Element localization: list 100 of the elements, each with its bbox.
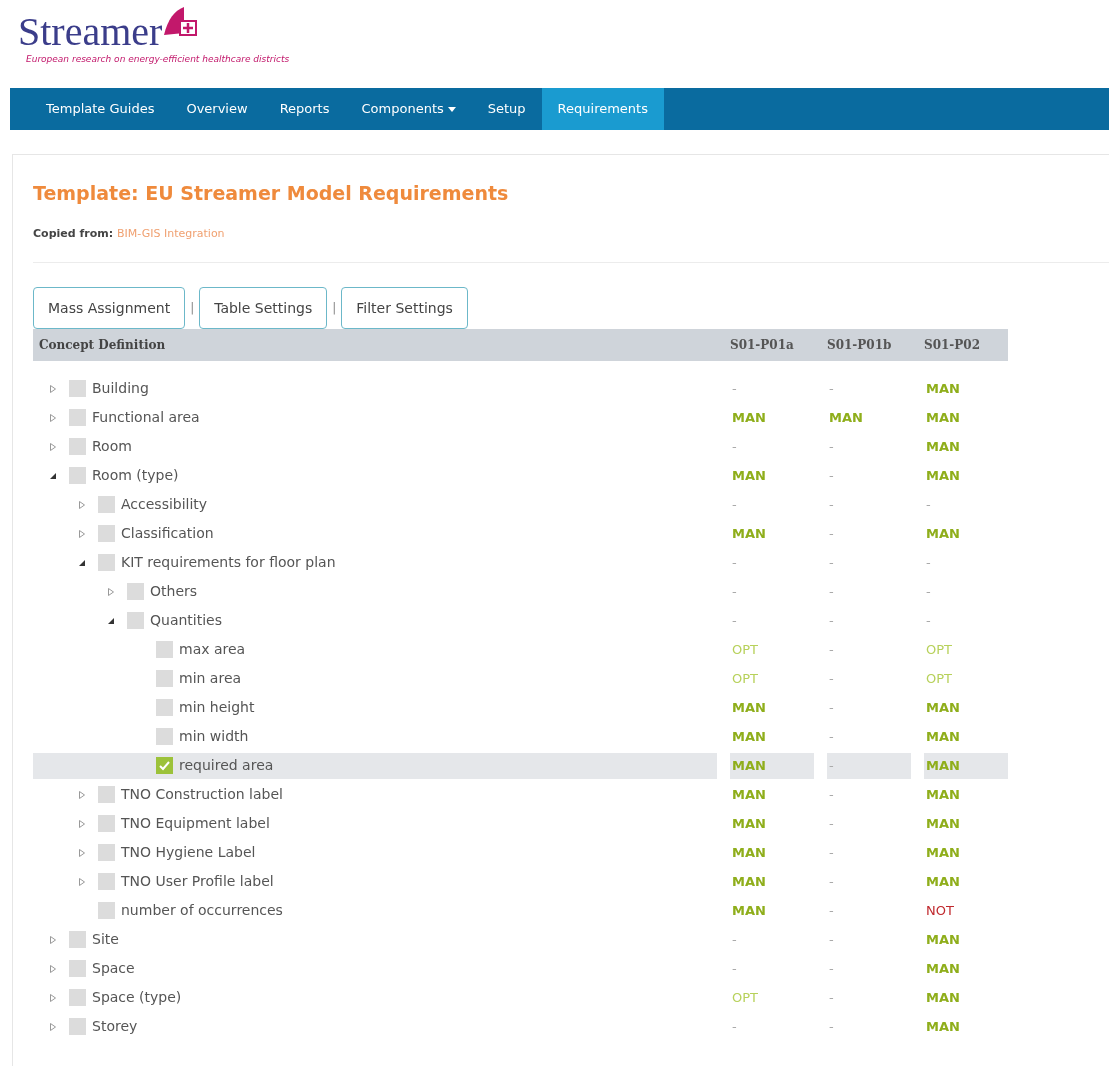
concept-label: Space (92, 959, 135, 978)
nav-tab[interactable]: Setup (471, 88, 542, 130)
tree-row[interactable]: Room (type) (33, 462, 717, 489)
tree-row[interactable]: TNO User Profile label (33, 868, 717, 895)
requirement-value: MAN (730, 752, 814, 779)
tree-row[interactable]: min area (33, 665, 717, 692)
concept-label: min width (179, 727, 249, 746)
requirement-value: MAN (925, 988, 961, 1007)
concept-label: KIT requirements for floor plan (121, 553, 336, 572)
checkbox[interactable] (69, 409, 86, 426)
requirement-value: - (827, 752, 911, 779)
expand-triangle-icon[interactable] (49, 413, 57, 422)
requirement-value: - (925, 582, 932, 601)
expand-triangle-icon[interactable] (49, 935, 57, 944)
expand-triangle-icon[interactable] (49, 993, 57, 1002)
tree-row[interactable]: Quantities (33, 607, 717, 634)
concept-label: min height (179, 698, 255, 717)
concept-label: Space (type) (92, 988, 182, 1007)
requirement-value: - (828, 698, 835, 717)
nav-tab[interactable]: Template Guides (30, 88, 171, 130)
tree-row[interactable]: required area (33, 752, 717, 779)
concept-label: number of occurrences (121, 901, 283, 920)
requirement-value: - (828, 379, 835, 398)
checkbox[interactable] (156, 757, 173, 774)
tree-row[interactable]: Storey (33, 1013, 717, 1040)
checkbox[interactable] (69, 380, 86, 397)
requirement-value: - (828, 553, 835, 572)
expand-triangle-icon[interactable] (49, 442, 57, 451)
checkbox[interactable] (98, 496, 115, 513)
logo-tagline: European research on energy-efficient healthcare districts (26, 53, 290, 66)
checkbox[interactable] (69, 438, 86, 455)
concept-label: Room (92, 437, 132, 456)
expand-triangle-icon[interactable] (78, 529, 86, 538)
checkbox[interactable] (98, 554, 115, 571)
checkbox[interactable] (156, 728, 173, 745)
collapse-triangle-icon[interactable] (107, 616, 115, 625)
tree-row[interactable]: Others (33, 578, 717, 605)
nav-tab[interactable]: Components (345, 88, 472, 130)
tree-row[interactable]: Accessibility (33, 491, 717, 518)
expand-triangle-icon[interactable] (49, 384, 57, 393)
checkbox[interactable] (156, 699, 173, 716)
tree-row[interactable]: TNO Equipment label (33, 810, 717, 837)
expand-triangle-icon[interactable] (78, 877, 86, 886)
column-header: S01-P01a (730, 337, 795, 354)
collapse-triangle-icon[interactable] (78, 558, 86, 567)
requirement-value: - (828, 988, 835, 1007)
tree-row[interactable]: TNO Construction label (33, 781, 717, 808)
tree-row[interactable]: KIT requirements for floor plan (33, 549, 717, 576)
toolbar-button[interactable]: Table Settings (199, 287, 328, 329)
tree-row[interactable]: Classification (33, 520, 717, 547)
checkbox[interactable] (98, 873, 115, 890)
collapse-triangle-icon[interactable] (49, 471, 57, 480)
tree-row[interactable]: Site (33, 926, 717, 953)
nav-tab[interactable]: Overview (170, 88, 264, 130)
expand-triangle-icon[interactable] (78, 500, 86, 509)
concept-label: required area (179, 756, 274, 775)
checkbox[interactable] (98, 902, 115, 919)
expand-triangle-icon[interactable] (78, 790, 86, 799)
concept-label: max area (179, 640, 246, 659)
concept-label: Site (92, 930, 119, 949)
tree-row[interactable]: min width (33, 723, 717, 750)
checkbox[interactable] (156, 641, 173, 658)
expand-triangle-icon[interactable] (78, 819, 86, 828)
tree-row[interactable]: Room (33, 433, 717, 460)
column-header: S01-P02 (924, 337, 982, 354)
concept-label: Others (150, 582, 198, 601)
checkbox[interactable] (98, 786, 115, 803)
tree-row[interactable]: Building (33, 375, 717, 402)
checkbox[interactable] (69, 467, 86, 484)
tree-row[interactable]: number of occurrences (33, 897, 717, 924)
checkbox[interactable] (98, 844, 115, 861)
nav-tab[interactable]: Reports (263, 88, 346, 130)
requirement-value: - (925, 553, 932, 572)
expand-triangle-icon[interactable] (107, 587, 115, 596)
tree-row[interactable]: Space (type) (33, 984, 717, 1011)
checkbox[interactable] (69, 1018, 86, 1035)
requirement-value: MAN (925, 437, 961, 456)
checkbox[interactable] (127, 612, 144, 629)
expand-triangle-icon[interactable] (49, 964, 57, 973)
toolbar-button[interactable]: Mass Assignment (33, 287, 186, 329)
tree-row[interactable]: max area (33, 636, 717, 663)
tree-row[interactable]: Space (33, 955, 717, 982)
expand-triangle-icon[interactable] (78, 848, 86, 857)
tree-row[interactable]: Functional area (33, 404, 717, 431)
requirement-value: MAN (925, 379, 961, 398)
tree-row[interactable]: TNO Hygiene Label (33, 839, 717, 866)
toolbar-button[interactable]: Filter Settings (341, 287, 468, 329)
checkbox[interactable] (156, 670, 173, 687)
checkbox[interactable] (69, 931, 86, 948)
checkbox[interactable] (127, 583, 144, 600)
checkbox[interactable] (69, 989, 86, 1006)
checkbox[interactable] (98, 525, 115, 542)
concept-label: TNO User Profile label (121, 872, 274, 891)
requirement-value: - (828, 959, 835, 978)
separator-text: | (332, 300, 337, 317)
checkbox[interactable] (98, 815, 115, 832)
expand-triangle-icon[interactable] (49, 1022, 57, 1031)
tree-row[interactable]: min height (33, 694, 717, 721)
requirement-value: - (731, 582, 738, 601)
checkbox[interactable] (69, 960, 86, 977)
